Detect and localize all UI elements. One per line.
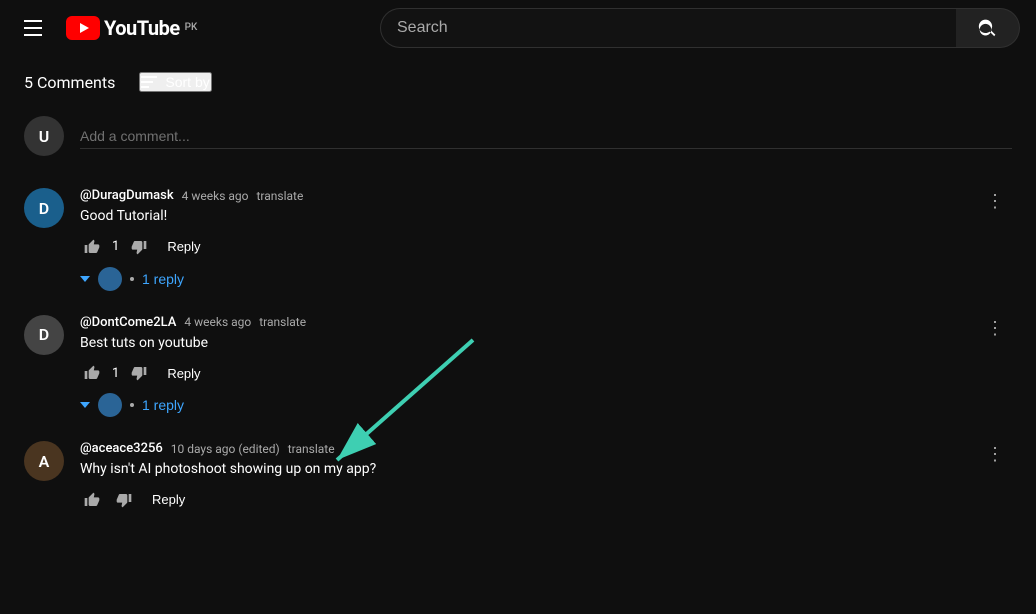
avatar-initials: D <box>24 188 64 228</box>
comment-translate[interactable]: translate <box>288 442 335 456</box>
sort-by-label: Sort by <box>165 74 209 90</box>
comment-time: 4 weeks ago <box>184 315 251 329</box>
thumbs-up-icon <box>84 365 100 381</box>
comment-more-button[interactable]: ⋮ <box>978 184 1012 218</box>
menu-button[interactable] <box>16 12 50 44</box>
like-button[interactable] <box>80 361 104 385</box>
comment-actions: 1 Reply <box>80 361 962 385</box>
like-count: 1 <box>112 366 119 381</box>
comment-meta: @DontCome2LA 4 weeks ago translate <box>80 315 962 330</box>
comment-translate[interactable]: translate <box>259 315 306 329</box>
search-container <box>380 8 1020 48</box>
avatar-initials: A <box>24 441 64 481</box>
youtube-logo[interactable]: YouTube PK <box>66 16 197 40</box>
comment-time: 4 weeks ago <box>182 189 249 203</box>
comment-body: @DontCome2LA 4 weeks ago translate Best … <box>80 315 962 418</box>
comment-body: @aceace3256 10 days ago (edited) transla… <box>80 441 962 512</box>
reply-button[interactable]: Reply <box>159 362 208 385</box>
comment-translate[interactable]: translate <box>256 189 303 203</box>
comment-item: A @aceace3256 10 days ago (edited) trans… <box>24 441 1012 512</box>
add-comment-input[interactable] <box>80 124 1012 149</box>
avatar-initials: U <box>24 116 64 156</box>
chevron-down-icon <box>80 276 90 282</box>
comment-author: @DuragDumask <box>80 188 174 203</box>
comment-meta: @DuragDumask 4 weeks ago translate <box>80 188 962 203</box>
comment-time: 10 days ago (edited) <box>171 442 280 456</box>
reply-button[interactable]: Reply <box>159 235 208 258</box>
separator-dot <box>130 277 134 281</box>
thumbs-down-icon <box>131 365 147 381</box>
replies-section: 1 reply <box>80 393 962 417</box>
replies-count-button[interactable]: 1 reply <box>142 271 184 287</box>
expand-replies-button[interactable] <box>80 402 90 408</box>
thumbs-up-icon <box>84 492 100 508</box>
comment-avatar: D <box>24 188 64 228</box>
search-icon <box>978 18 998 38</box>
comments-count: 5 Comments <box>24 73 115 92</box>
reply-avatar <box>98 393 122 417</box>
thumbs-up-icon <box>84 239 100 255</box>
comment-body: @DuragDumask 4 weeks ago translate Good … <box>80 188 962 291</box>
dislike-button[interactable] <box>127 235 151 259</box>
header: YouTube PK <box>0 0 1036 56</box>
like-button[interactable] <box>80 488 104 512</box>
comment-meta: @aceace3256 10 days ago (edited) transla… <box>80 441 962 456</box>
main-content: 5 Comments Sort by U D @DuragDumask 4 we… <box>0 56 1036 552</box>
comment-author: @DontCome2LA <box>80 315 176 330</box>
comment-author: @aceace3256 <box>80 441 163 456</box>
comment-text: Best tuts on youtube <box>80 334 962 354</box>
replies-count-button[interactable]: 1 reply <box>142 397 184 413</box>
user-avatar: U <box>24 116 64 156</box>
comment-text: Good Tutorial! <box>80 207 962 227</box>
chevron-down-icon <box>80 402 90 408</box>
youtube-icon <box>66 16 100 40</box>
like-count: 1 <box>112 239 119 254</box>
expand-replies-button[interactable] <box>80 276 90 282</box>
reply-button[interactable]: Reply <box>144 488 193 511</box>
add-comment-row: U <box>24 116 1012 156</box>
dislike-button[interactable] <box>127 361 151 385</box>
comment-avatar: D <box>24 315 64 355</box>
replies-count-label: 1 reply <box>142 397 184 413</box>
dislike-button[interactable] <box>112 488 136 512</box>
sort-by-button[interactable]: Sort by <box>139 72 211 92</box>
comments-header: 5 Comments Sort by <box>24 72 1012 92</box>
comment-actions: 1 Reply <box>80 235 962 259</box>
comment-more-button[interactable]: ⋮ <box>978 311 1012 345</box>
comment-actions: Reply <box>80 488 962 512</box>
comment-item: D @DuragDumask 4 weeks ago translate Goo… <box>24 188 1012 291</box>
replies-section: 1 reply <box>80 267 962 291</box>
reply-avatar <box>98 267 122 291</box>
search-input[interactable] <box>380 8 956 48</box>
comment-input-wrapper <box>80 124 1012 149</box>
replies-count-label: 1 reply <box>142 271 184 287</box>
comment-more-button[interactable]: ⋮ <box>978 437 1012 471</box>
thumbs-down-icon <box>131 239 147 255</box>
search-button[interactable] <box>956 8 1020 48</box>
thumbs-down-icon <box>116 492 132 508</box>
comment-avatar: A <box>24 441 64 481</box>
separator-dot <box>130 403 134 407</box>
like-button[interactable] <box>80 235 104 259</box>
avatar-initials: D <box>24 315 64 355</box>
logo-text: YouTube <box>104 16 180 40</box>
sort-icon <box>141 76 157 88</box>
logo-country: PK <box>185 22 198 33</box>
comment-item: D @DontCome2LA 4 weeks ago translate Bes… <box>24 315 1012 418</box>
comment-text: Why isn't AI photoshoot showing up on my… <box>80 460 962 480</box>
